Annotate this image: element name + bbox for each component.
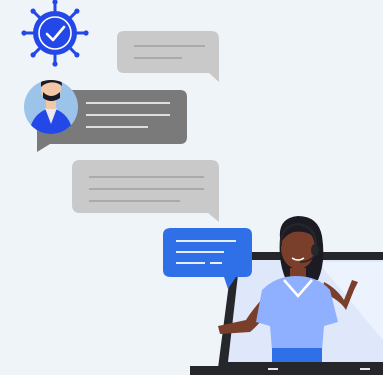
chat-bubble-gray-middle bbox=[72, 160, 219, 222]
support-chat-illustration bbox=[0, 0, 383, 375]
verified-badge-icon bbox=[21, 0, 89, 67]
chat-bubble-gray-top bbox=[117, 31, 219, 82]
illustration-canvas bbox=[21, 0, 383, 375]
